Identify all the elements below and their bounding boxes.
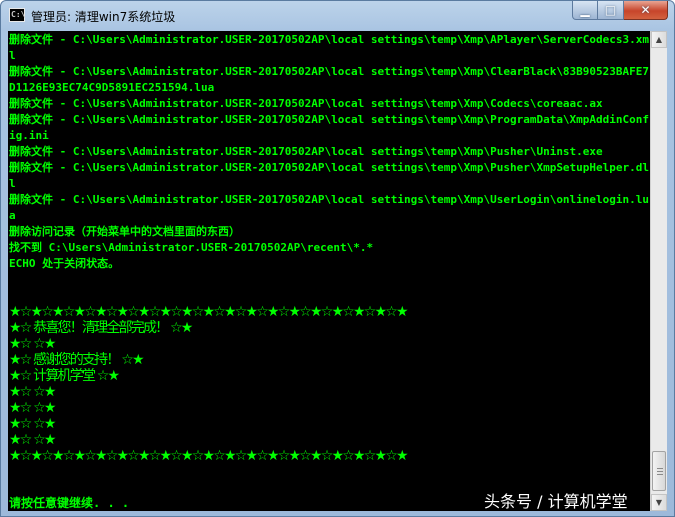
console-log-text: 删除文件 - C:\Users\Administrator.USER-20170… [9,33,650,270]
scroll-down-arrow-icon[interactable]: ▼ [651,494,667,511]
watermark-text: 头条号 / 计算机学堂 [484,492,628,511]
close-button[interactable]: ✕ [624,1,668,20]
scroll-up-arrow-icon[interactable]: ▲ [651,31,667,48]
star-line-congrats: ★☆ 恭喜您！清理全部完成！ ☆★ [9,320,193,336]
star-line-blank: ★☆ ☆★ [9,384,56,400]
maximize-button[interactable]: □ [598,1,624,20]
star-border-top: ★☆★☆★☆★☆★☆★☆★☆★☆★☆★☆★☆★☆★☆★☆★☆★☆★☆★☆★ [9,304,409,320]
cmd-icon[interactable]: C:\ [9,8,25,22]
star-line-thanks: ★☆ 感谢您的支持！ ☆★ [9,352,145,368]
scrollbar-thumb[interactable] [652,451,666,491]
star-line-name: ★☆ 计算机学堂 ☆★ [9,368,120,384]
minimize-button[interactable]: ▁ [572,1,598,20]
star-line-blank: ★☆ ☆★ [9,432,56,448]
vertical-scrollbar[interactable]: ▲ ▼ [650,31,667,511]
star-border-bottom: ★☆★☆★☆★☆★☆★☆★☆★☆★☆★☆★☆★☆★☆★☆★☆★☆★☆★☆★ [9,448,409,464]
star-line-blank: ★☆ ☆★ [9,400,56,416]
window-title: 管理员: 清理win7系统垃圾 [31,10,176,24]
press-any-key-prompt: 请按任意键继续. . . [9,496,130,510]
console-window: C:\ 管理员: 清理win7系统垃圾 ▁ □ ✕ 删除文件 - C:\User… [0,0,675,517]
grip-icon [657,468,663,469]
star-line-blank: ★☆ ☆★ [9,336,56,352]
window-controls: ▁ □ ✕ [572,1,668,21]
star-line-blank: ★☆ ☆★ [9,416,56,432]
title-bar[interactable]: C:\ 管理员: 清理win7系统垃圾 ▁ □ ✕ [1,1,674,31]
console-output[interactable]: 删除文件 - C:\Users\Administrator.USER-20170… [8,31,650,511]
